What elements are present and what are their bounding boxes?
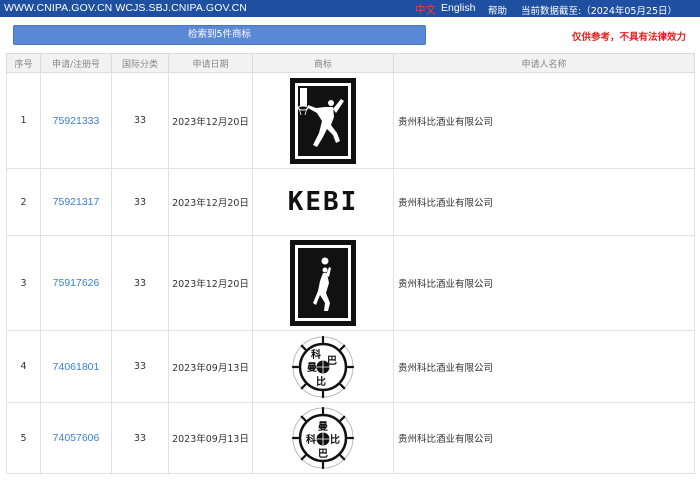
column-header-class[interactable]: 国际分类 <box>111 53 169 73</box>
column-header-reg-no[interactable]: 申请/注册号 <box>40 53 112 73</box>
application-date: 2023年12月20日 <box>168 72 253 169</box>
help-link[interactable]: 帮助 <box>488 3 507 17</box>
application-date: 2023年09月13日 <box>168 402 253 474</box>
application-date: 2023年12月20日 <box>168 235 253 331</box>
table-row[interactable]: 3 75917626 33 2023年12月20日 贵州科比酒业有限公司 <box>6 235 695 331</box>
column-header-applicant[interactable]: 申请人名称 <box>393 53 695 73</box>
round-seal-logo-icon[interactable]: 科 巴 曼 比 <box>290 334 356 400</box>
site-domains: WWW.CNIPA.GOV.CN WCJS.SBJ.CNIPA.GOV.CN <box>4 2 247 14</box>
international-class: 33 <box>111 330 169 403</box>
applicant-name: 贵州科比酒业有限公司 <box>393 402 695 474</box>
seal-char: 巴 <box>327 355 337 367</box>
row-index: 4 <box>6 330 41 403</box>
registration-number-link[interactable]: 75921333 <box>53 115 100 127</box>
column-header-index: 序号 <box>6 53 41 73</box>
seal-char: 比 <box>316 375 326 388</box>
row-index: 5 <box>6 402 41 474</box>
row-index: 1 <box>6 72 41 169</box>
seal-char: 科 <box>306 433 316 446</box>
registration-number-link[interactable]: 75917626 <box>53 277 100 289</box>
seal-char: 曼 <box>307 362 317 374</box>
table-header-row: 序号 申请/注册号 国际分类 申请日期 商标 申请人名称 <box>6 53 695 73</box>
seal-char: 巴 <box>318 448 328 460</box>
row-index: 2 <box>6 168 41 236</box>
column-header-date[interactable]: 申请日期 <box>168 53 253 73</box>
top-bar: WWW.CNIPA.GOV.CN WCJS.SBJ.CNIPA.GOV.CN 中… <box>0 0 700 17</box>
seal-char: 科 <box>311 348 321 361</box>
applicant-name: 贵州科比酒业有限公司 <box>393 168 695 236</box>
applicant-name: 贵州科比酒业有限公司 <box>393 235 695 331</box>
table-row[interactable]: 1 75921333 33 2023年12月20日 贵州科比酒业有限公司 <box>6 72 695 169</box>
registration-number-link[interactable]: 75921317 <box>53 196 100 208</box>
row-index: 3 <box>6 235 41 331</box>
table-row[interactable]: 4 74061801 33 2023年09月13日 科 巴 曼 比 贵州科比酒业… <box>6 330 695 403</box>
table-row[interactable]: 2 75921317 33 2023年12月20日 KEBI 贵州科比酒业有限公… <box>6 168 695 236</box>
international-class: 33 <box>111 72 169 169</box>
application-date: 2023年12月20日 <box>168 168 253 236</box>
international-class: 33 <box>111 235 169 331</box>
legal-disclaimer: 仅供参考，不具有法律效力 <box>572 32 687 43</box>
basketball-shot-silhouette-logo-icon[interactable] <box>289 239 357 327</box>
table-row[interactable]: 5 74057606 33 2023年09月13日 曼 科 比 巴 贵州科比酒业… <box>6 402 695 474</box>
wordmark-kebi[interactable]: KEBI <box>288 187 359 217</box>
language-chinese-link[interactable]: 中文 <box>415 2 436 17</box>
trademark-results-table: 序号 申请/注册号 国际分类 申请日期 商标 申请人名称 1 75921333 … <box>6 53 695 474</box>
language-english-link[interactable]: English <box>441 2 475 14</box>
registration-number-link[interactable]: 74057606 <box>53 432 100 444</box>
basketball-dunk-silhouette-logo-icon[interactable] <box>289 77 357 165</box>
international-class: 33 <box>111 168 169 236</box>
round-seal-logo-icon[interactable]: 曼 科 比 巴 <box>290 405 356 471</box>
column-header-mark: 商标 <box>252 53 394 73</box>
seal-char: 曼 <box>318 421 328 433</box>
applicant-name: 贵州科比酒业有限公司 <box>393 330 695 403</box>
registration-number-link[interactable]: 74061801 <box>53 361 100 373</box>
search-result-count-button[interactable]: 检索到5件商标 <box>13 25 426 45</box>
applicant-name: 贵州科比酒业有限公司 <box>393 72 695 169</box>
seal-char: 比 <box>330 433 340 446</box>
data-as-of-date: 当前数据截至:（2024年05月25日） <box>521 6 678 17</box>
international-class: 33 <box>111 402 169 474</box>
application-date: 2023年09月13日 <box>168 330 253 403</box>
